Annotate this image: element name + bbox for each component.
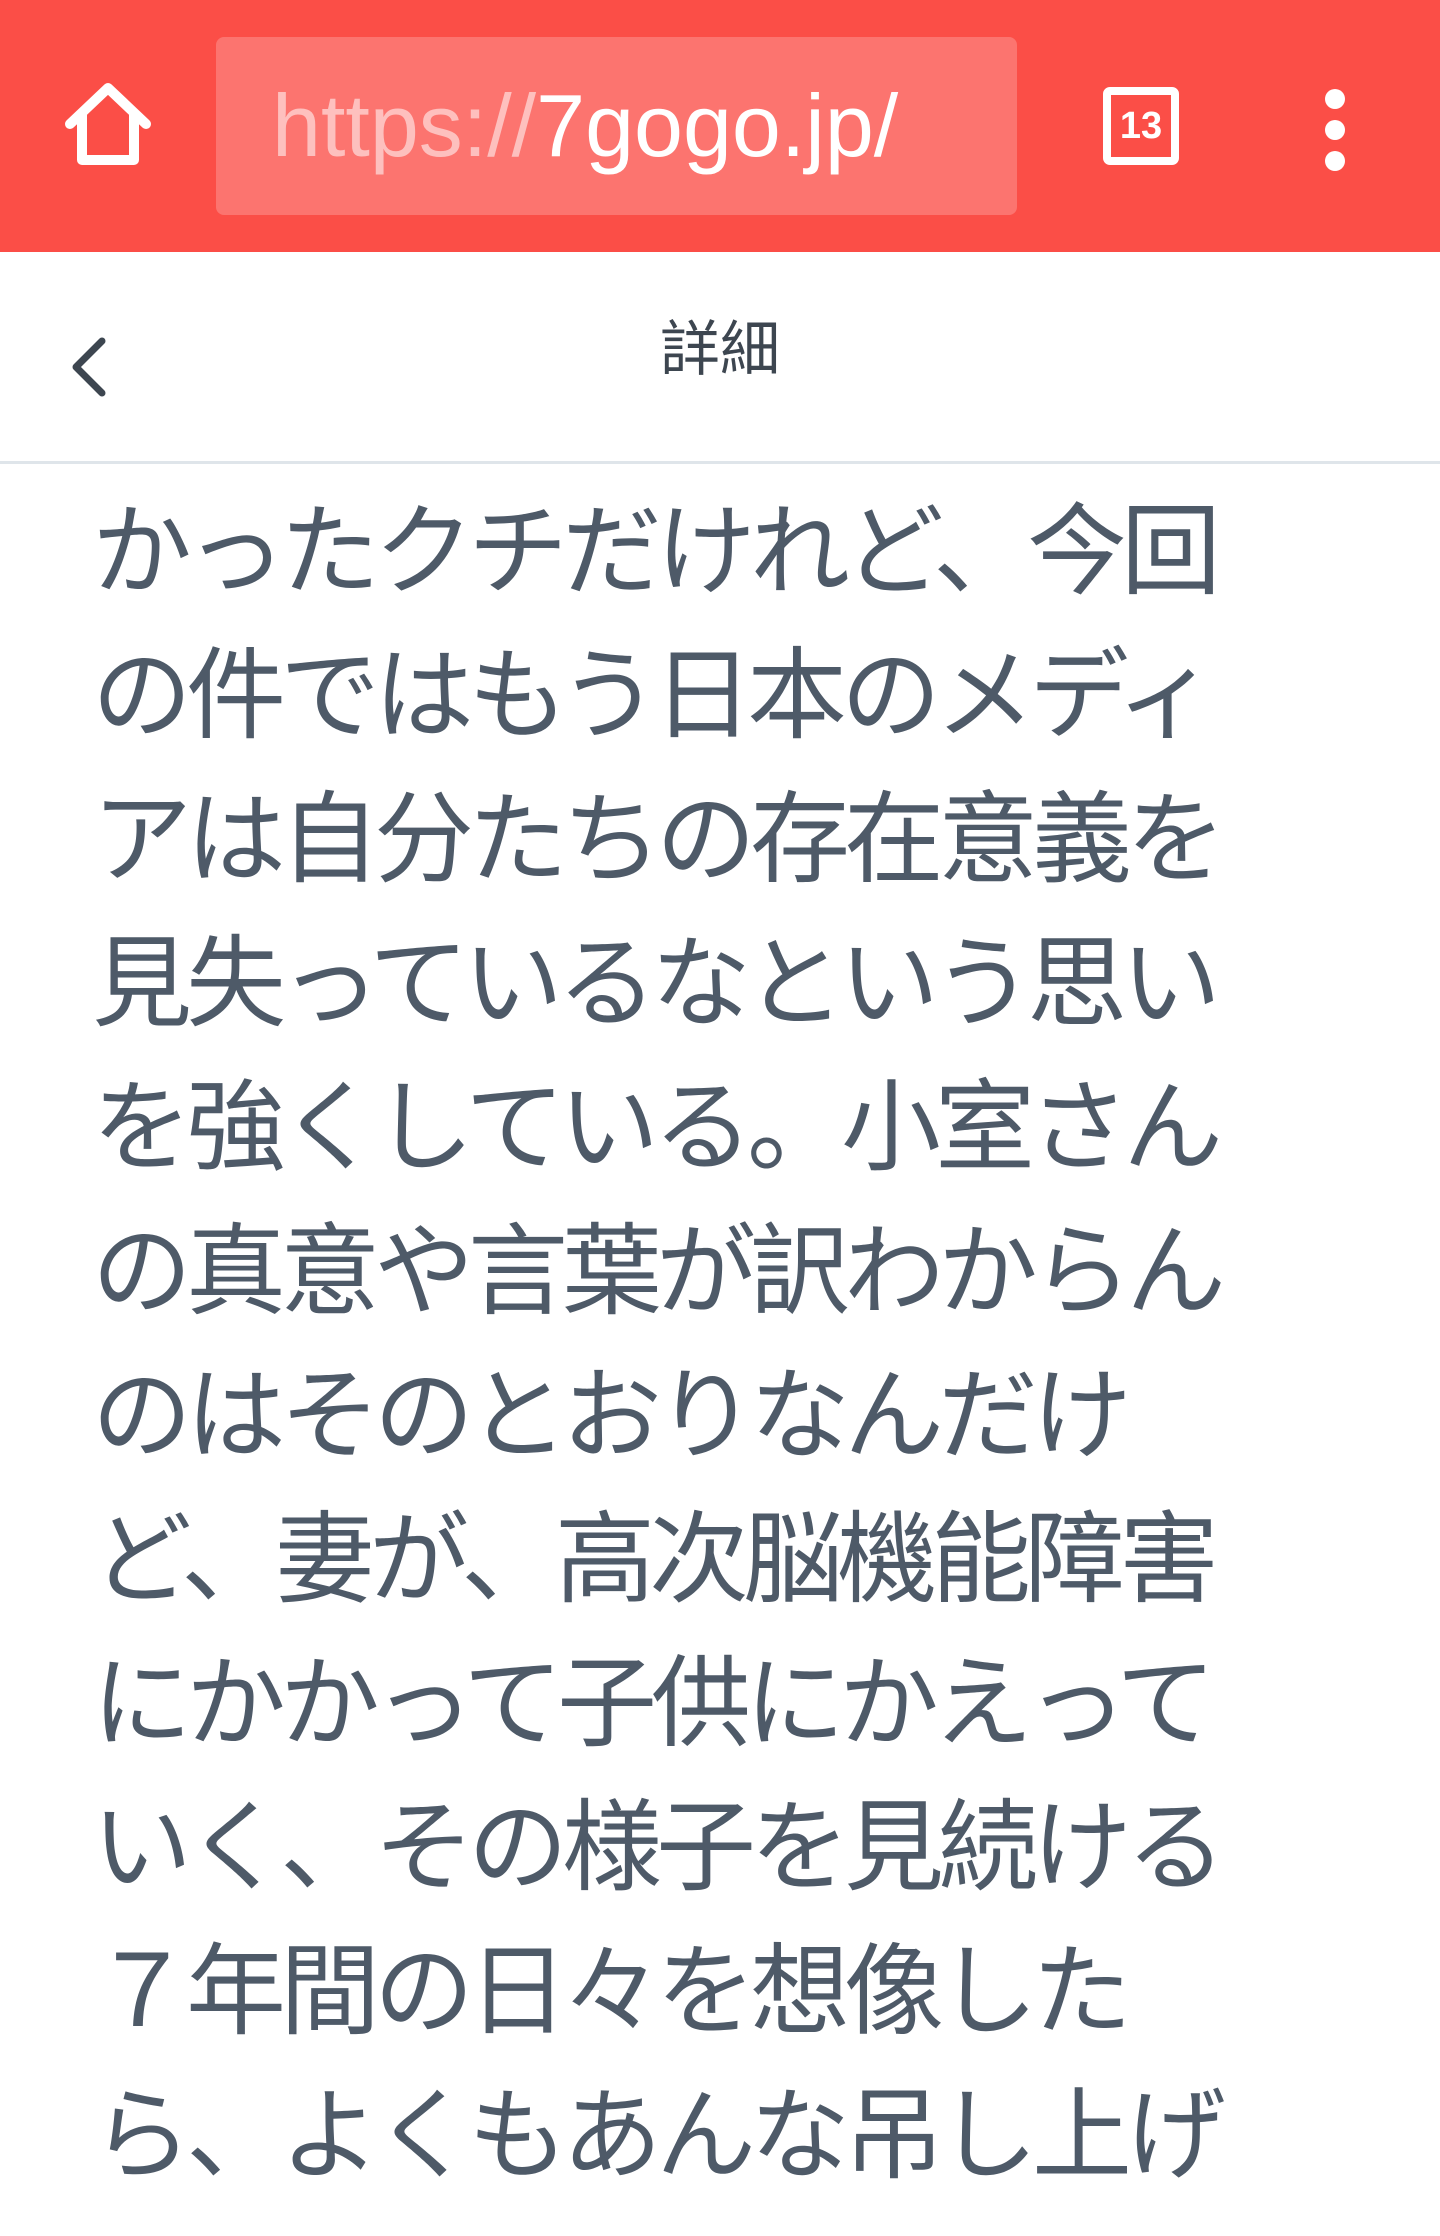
page-header: 詳細 [0,252,1440,464]
url-bar[interactable]: https://7gogo.jp/ [216,37,1017,215]
text-line: 見失っているなという思い [92,925,1221,1042]
menu-dot [1325,151,1345,171]
text-line: かったクチだけれど、今回 [92,493,1221,610]
tab-switcher-button[interactable]: 13 [1103,87,1179,165]
text-line: いく、その様子を見続ける [92,1789,1226,1906]
url-host: 7gogo.jp/ [536,76,899,175]
chevron-left-icon [72,337,106,397]
page-title: 詳細 [660,315,780,385]
text-line: ら、よくもあんな吊し上げ [92,2077,1226,2194]
text-line: のはそのとおりなんだけ [92,1357,1132,1474]
menu-dot [1325,120,1345,140]
back-button[interactable] [60,327,120,407]
url-scheme: https:// [272,76,537,175]
menu-dot [1325,89,1345,109]
text-line: の件ではもう日本のメディ [92,637,1216,754]
text-line: ど、妻が、高次脳機能障害 [92,1501,1219,1618]
home-icon [65,83,151,165]
text-line: の真意や言葉が訳わからん [92,1213,1226,1330]
text-line: を強くしている。小室さん [92,1069,1223,1186]
browser-toolbar: https://7gogo.jp/ 13 [0,0,1440,252]
more-vert-icon[interactable] [1305,85,1365,175]
text-line: にかかって子供にかえって [92,1645,1216,1762]
tab-count: 13 [1119,104,1163,147]
text-line: ７年間の日々を想像した [92,1933,1132,2050]
home-button[interactable] [58,74,158,174]
text-line: アは自分たちの存在意義を [92,781,1226,898]
article-body: かったクチだけれど、今回 の件ではもう日本のメディ アは自分たちの存在意義を 見… [92,480,1292,2208]
